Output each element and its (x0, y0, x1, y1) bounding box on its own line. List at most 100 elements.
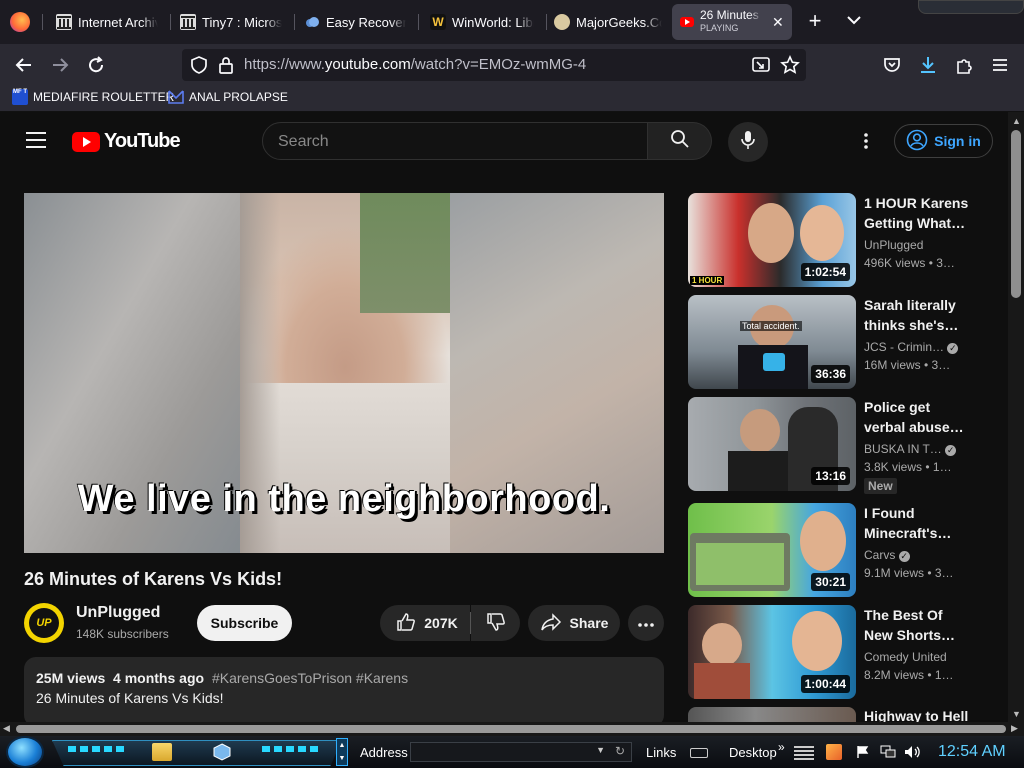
download-icon[interactable] (918, 55, 938, 75)
scroll-left-arrow-icon[interactable]: ◀ (3, 723, 10, 734)
reload-icon[interactable] (81, 50, 111, 80)
related-title[interactable]: Police get verbal abuse… (864, 397, 974, 437)
tab-title: 26 Minutes of (700, 9, 762, 22)
tab-title: Easy Recovery Es (326, 14, 406, 30)
related-channel[interactable]: BUSKA IN T… ✓ (864, 442, 964, 456)
search-input[interactable]: Search (262, 122, 648, 160)
related-channel[interactable]: JCS - Crimin… ✓ (864, 340, 964, 354)
description-text: 26 Minutes of Karens Vs Kids! (36, 690, 224, 706)
like-button[interactable]: 207K (380, 605, 470, 641)
related-thumbnail[interactable]: 30:21 (688, 503, 856, 597)
guide-menu-icon[interactable] (26, 131, 46, 149)
bookmark-second[interactable]: ANAL PROLAPSE (168, 89, 288, 105)
related-thumbnail[interactable]: 1 HOUR 1:02:54 (688, 193, 856, 287)
like-count: 207K (424, 615, 458, 631)
channel-name[interactable]: UnPlugged (76, 604, 160, 622)
related-title[interactable]: Highway to Hell (864, 707, 974, 722)
tray-app-icon[interactable] (826, 744, 842, 760)
tab-youtube-active[interactable]: 26 Minutes of PLAYING ✕ (672, 4, 792, 40)
settings-more-icon[interactable] (860, 131, 872, 151)
scrollbar-thumb[interactable] (1011, 130, 1021, 298)
youtube-play-icon (72, 131, 100, 152)
youtube-logo[interactable]: YouTube (72, 130, 181, 153)
taskbar-decor (68, 746, 128, 752)
extensions-icon[interactable] (954, 55, 974, 75)
voice-search-button[interactable] (728, 122, 768, 162)
scroll-up-arrow-icon[interactable]: ▲ (1012, 116, 1021, 126)
tab-easy-recovery[interactable]: Easy Recovery Es (296, 6, 414, 38)
scroll-right-arrow-icon[interactable]: ▶ (1011, 723, 1018, 734)
desktop-label[interactable]: Desktop (729, 745, 777, 760)
more-actions-button[interactable] (628, 605, 664, 641)
go-refresh-icon[interactable]: ↻ (615, 744, 625, 758)
description-box[interactable]: 25M views 4 months ago #KarensGoesToPris… (24, 657, 664, 727)
related-channel[interactable]: UnPlugged (864, 238, 964, 252)
bookmark-star-icon[interactable] (780, 55, 800, 75)
clock[interactable]: 12:54 AM (938, 743, 1006, 761)
video-duration: 1:02:54 (800, 263, 850, 281)
keyboard-icon[interactable] (690, 748, 708, 758)
related-title[interactable]: 1 HOUR Karens Getting What… (864, 193, 974, 233)
taskbar-decor (52, 740, 342, 766)
start-orb-button[interactable] (6, 736, 44, 768)
scroll-down-arrow-icon[interactable]: ▼ (1012, 709, 1021, 719)
thumb-detail (800, 511, 846, 571)
sign-in-button[interactable]: Sign in (894, 124, 993, 158)
related-channel[interactable]: Carvs ✓ (864, 548, 964, 562)
dropdown-arrow-icon[interactable]: ▼ (596, 745, 605, 755)
virtualbox-icon[interactable] (212, 743, 232, 761)
address-input[interactable]: ▼ ↻ (410, 742, 632, 762)
video-caption: We live in the neighborhood. (77, 478, 611, 520)
search-button[interactable] (648, 122, 712, 160)
file-explorer-icon[interactable] (152, 743, 172, 761)
links-label[interactable]: Links (646, 745, 676, 760)
close-tab-icon[interactable]: ✕ (772, 14, 784, 31)
volume-icon[interactable] (904, 745, 922, 759)
related-meta: 3.8K views • 1… (864, 460, 952, 474)
share-button[interactable]: Share (528, 605, 620, 641)
tab-list-chevron-icon[interactable] (844, 10, 864, 30)
quicklaunch-scroll[interactable]: ▲ ▼ (336, 738, 348, 766)
related-thumbnail[interactable]: 13:16 (688, 397, 856, 491)
flag-icon[interactable] (856, 745, 870, 759)
tab-tiny7[interactable]: Tiny7 : Microsoft (172, 6, 290, 38)
show-desktop-icon[interactable] (794, 746, 814, 760)
url-text[interactable]: https://www.youtube.com/watch?v=EMOz-wmM… (244, 56, 586, 73)
vertical-scrollbar[interactable]: ▲ ▼ (1008, 112, 1024, 722)
related-title[interactable]: The Best Of New Shorts… (864, 605, 974, 645)
related-title[interactable]: Sarah literally thinks she's… (864, 295, 974, 335)
tab-internet-archive[interactable]: Internet Archive (48, 6, 166, 38)
dislike-button[interactable] (471, 605, 520, 641)
scrollbar-thumb[interactable] (16, 725, 1006, 733)
menu-hamburger-icon[interactable] (990, 56, 1010, 74)
related-channel[interactable]: Comedy United (864, 650, 964, 664)
subscribe-button[interactable]: Subscribe (197, 605, 292, 641)
tab-title: WinWorld: Library (452, 14, 534, 30)
related-title-line: 1 HOUR Karens (864, 195, 969, 211)
cloud-icon (304, 14, 320, 30)
share-icon (540, 612, 562, 635)
channel-avatar[interactable]: UP (24, 603, 64, 643)
network-icon[interactable] (880, 745, 896, 759)
bookmark-folder-icon (168, 89, 184, 105)
picture-in-picture-icon[interactable] (752, 56, 770, 74)
horizontal-scrollbar[interactable]: ◀ ▶ (0, 722, 1024, 736)
toolbar-expand-icon[interactable]: » (778, 740, 785, 754)
firefox-icon[interactable] (10, 12, 30, 32)
subscriber-count: 148K subscribers (76, 627, 169, 641)
back-arrow-icon[interactable] (9, 50, 39, 80)
bookmark-mediafire[interactable]: MF T MEDIAFIRE ROULETTER (12, 89, 174, 105)
related-thumbnail[interactable] (688, 707, 856, 722)
forward-arrow-icon[interactable] (45, 50, 75, 80)
pocket-icon[interactable] (882, 55, 902, 75)
tab-winworld[interactable]: W WinWorld: Library (422, 6, 542, 38)
new-tab-button[interactable]: + (804, 10, 826, 32)
related-thumbnail[interactable]: 1:00:44 (688, 605, 856, 699)
hashtags[interactable]: #KarensGoesToPrison #Karens (212, 670, 408, 686)
video-title: 26 Minutes of Karens Vs Kids! (24, 569, 283, 589)
tracking-shield-icon[interactable] (190, 56, 208, 74)
lock-icon[interactable] (218, 56, 234, 74)
tab-majorgeeks[interactable]: MajorGeeks.Com (546, 6, 670, 38)
related-title[interactable]: I Found Minecraft's… (864, 503, 974, 543)
related-thumbnail[interactable]: Total accident. 36:36 (688, 295, 856, 389)
